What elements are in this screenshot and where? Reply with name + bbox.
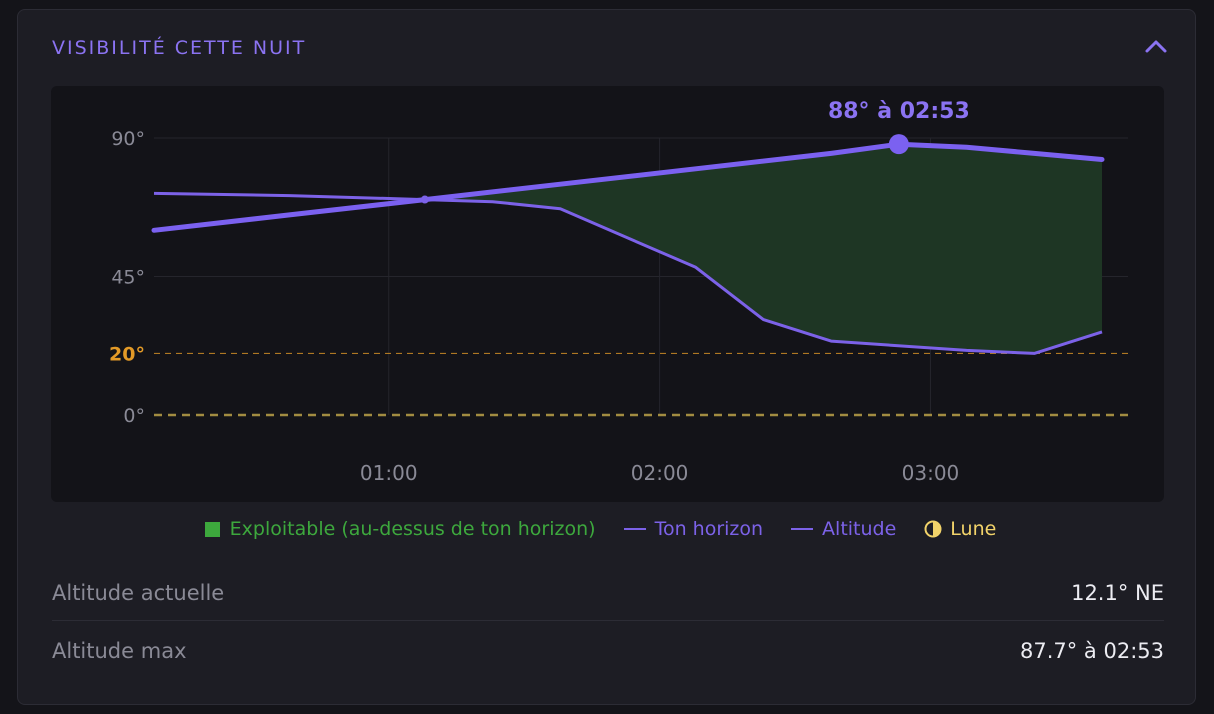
chevron-up-icon bbox=[1145, 40, 1167, 53]
y-tick-label: 20° bbox=[109, 343, 145, 365]
intersection-point bbox=[420, 195, 429, 204]
legend-label-altitude: Altitude bbox=[822, 518, 897, 540]
stat-value: 12.1° NE bbox=[1071, 581, 1164, 605]
stat-value: 87.7° à 02:53 bbox=[1020, 639, 1164, 663]
line-swatch-icon bbox=[791, 528, 814, 530]
collapse-button[interactable] bbox=[1142, 32, 1170, 60]
legend-item-moon: Lune bbox=[924, 518, 996, 540]
legend-label-exploitable: Exploitable (au-dessus de ton horizon) bbox=[229, 518, 596, 540]
y-tick-label: 0° bbox=[123, 405, 145, 427]
visibility-chart: 88° à 02:53 90° 45° 20° 0° 01:00 02:00 03:00 bbox=[51, 86, 1164, 502]
card-title: VISIBILITÉ CETTE NUIT bbox=[52, 37, 307, 59]
visibility-card: VISIBILITÉ CETTE NUIT 88° à 02:53 90° 45° 2… bbox=[17, 9, 1196, 705]
divider bbox=[52, 620, 1164, 621]
stat-row-max-altitude: Altitude max 87.7° à 02:53 bbox=[52, 625, 1164, 677]
x-tick-label: 03:00 bbox=[902, 461, 960, 485]
legend-item-horizon: Ton horizon bbox=[623, 518, 764, 540]
half-moon-icon bbox=[924, 520, 942, 538]
stat-row-current-altitude: Altitude actuelle 12.1° NE bbox=[52, 567, 1164, 619]
peak-annotation: 88° à 02:53 bbox=[828, 99, 970, 124]
exploitable-area bbox=[424, 144, 1102, 354]
stat-label: Altitude actuelle bbox=[52, 581, 225, 605]
y-tick-label: 90° bbox=[111, 128, 145, 150]
legend-label-horizon: Ton horizon bbox=[654, 518, 764, 540]
x-tick-label: 01:00 bbox=[360, 461, 418, 485]
x-tick-label: 02:00 bbox=[631, 461, 689, 485]
line-swatch-icon bbox=[623, 528, 646, 530]
stat-label: Altitude max bbox=[52, 639, 187, 663]
legend-label-moon: Lune bbox=[950, 518, 997, 540]
green-square-icon bbox=[204, 521, 220, 537]
peak-point bbox=[888, 134, 909, 155]
chart-legend: Exploitable (au-dessus de ton horizon) T… bbox=[18, 518, 1197, 540]
legend-item-exploitable: Exploitable (au-dessus de ton horizon) bbox=[204, 518, 596, 540]
legend-item-altitude: Altitude bbox=[791, 518, 896, 540]
y-tick-label: 45° bbox=[111, 267, 145, 289]
